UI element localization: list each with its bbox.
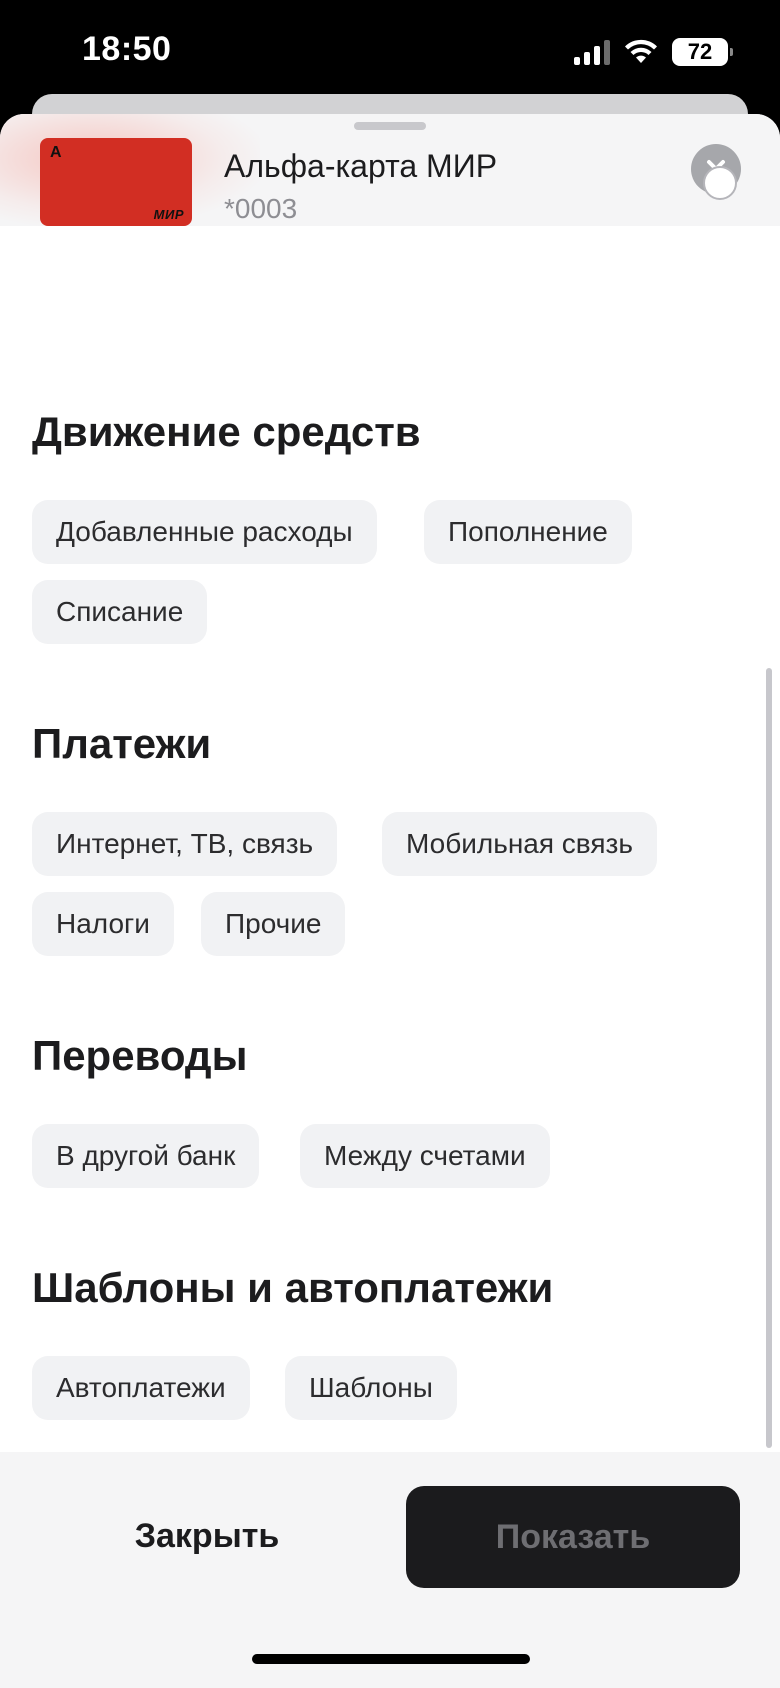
chip-write-off[interactable]: Списание (32, 580, 208, 644)
status-time: 18:50 (82, 30, 172, 68)
section-title-transfers: Переводы (32, 1032, 248, 1079)
signal-icon (574, 39, 610, 65)
chip-internet-tv[interactable]: Интернет, ТВ, связь (32, 812, 338, 876)
section-title-payments: Платежи (32, 720, 212, 767)
status-bar: 18:50 72 (0, 0, 780, 104)
chip-between-accounts[interactable]: Между счетами (300, 1124, 550, 1188)
chip-autopayments[interactable]: Автоплатежи (32, 1356, 250, 1420)
show-button[interactable]: Показать (406, 1486, 740, 1588)
scrollbar[interactable] (766, 668, 772, 1448)
chip-added-expenses[interactable]: Добавленные расходы (32, 500, 377, 564)
mir-logo: МИР (153, 207, 184, 222)
card-image: А МИР (40, 138, 192, 226)
card-number: *0003 (224, 193, 298, 224)
section-title-cash-flow: Движение средств (32, 408, 421, 455)
battery-icon: 72 (672, 38, 733, 66)
close-button[interactable]: Закрыть (95, 1486, 319, 1586)
card-radio-button[interactable] (703, 166, 737, 200)
chip-templates[interactable]: Шаблоны (285, 1356, 457, 1420)
card-title: Альфа-карта МИР (224, 148, 498, 184)
home-indicator (252, 1654, 530, 1664)
alfa-logo: А (50, 144, 62, 161)
chip-other-bank[interactable]: В другой банк (32, 1124, 260, 1188)
chip-other[interactable]: Прочие (201, 892, 346, 956)
sheet-footer: Закрыть Показать (0, 1452, 780, 1688)
chip-taxes[interactable]: Налоги (32, 892, 174, 956)
status-icons: 72 (574, 36, 733, 68)
section-title-templates: Шаблоны и автоплатежи (32, 1264, 554, 1311)
wifi-icon (625, 39, 657, 63)
chip-top-up[interactable]: Пополнение (424, 500, 632, 564)
chip-mobile[interactable]: Мобильная связь (382, 812, 657, 876)
